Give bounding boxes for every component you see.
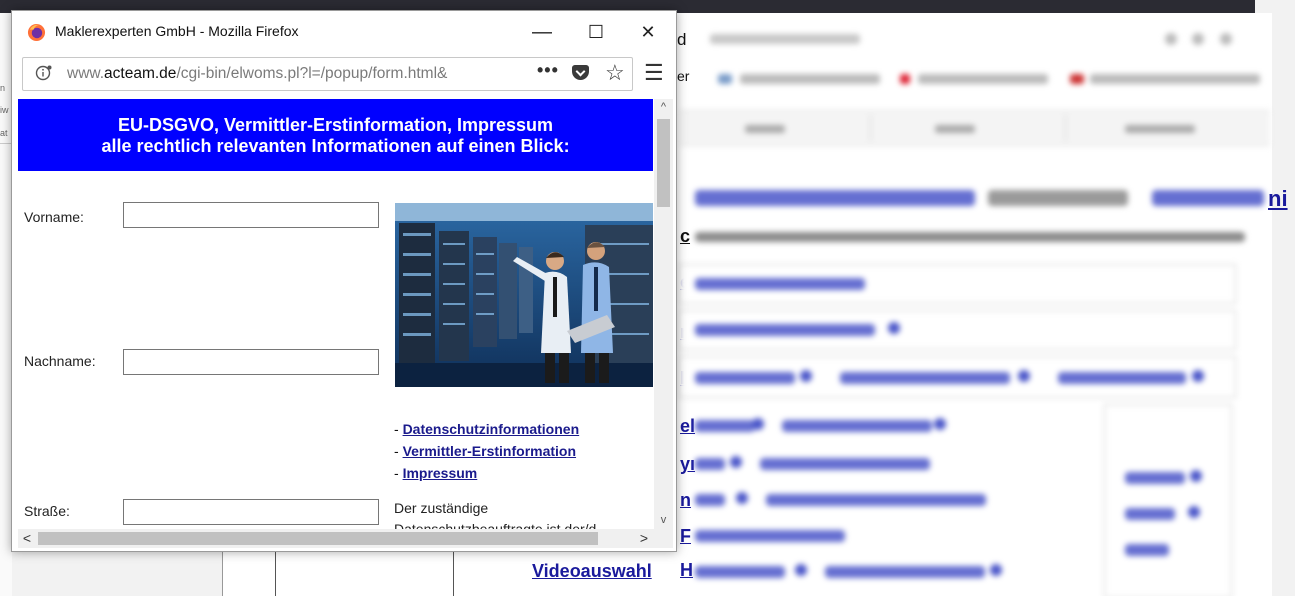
page-viewport: EU-DSGVO, Vermittler-Erstinformation, Im… [18,99,653,529]
server-room-photo [395,203,653,387]
background-link-videoauswahl[interactable]: Videoauswahl [532,561,652,582]
vertical-scroll-thumb[interactable] [657,119,670,207]
left-strip-text: n [0,83,6,93]
url-bar[interactable]: www.acteam.de/cgi-bin/elwoms.pl?l=/popup… [22,57,633,91]
link-prefix: - [394,421,403,437]
background-partial-text: d [677,30,687,49]
page-header-banner: EU-DSGVO, Vermittler-Erstinformation, Im… [18,99,653,171]
link-prefix: - [394,443,403,459]
url-prefix: www. [67,65,105,82]
link-line-datenschutz: - Datenschutzinformationen [394,421,579,437]
header-line-2: alle rechtlich relevanten Informationen … [101,136,570,156]
strasse-input[interactable] [123,499,379,525]
scroll-up-arrow-icon[interactable]: ^ [654,99,673,116]
left-strip-text: iw [0,105,9,115]
url-path: /cgi-bin/elwoms.pl?l=/popup/form.html& [176,65,448,82]
background-bookmarks-bar [680,66,1270,96]
close-button[interactable]: ✕ [634,19,662,45]
scroll-down-arrow-icon[interactable]: v [654,512,673,529]
strasse-label: Straße: [24,503,70,519]
background-partial-text: H [680,560,693,580]
scroll-right-arrow-icon[interactable]: > [635,529,653,548]
title-bar[interactable]: Maklerexperten GmbH - Mozilla Firefox — … [12,11,676,53]
link-line-impressum: - Impressum [394,465,477,481]
background-partial-text: el [680,416,696,436]
background-partial-text: c [680,226,691,246]
url-text[interactable]: www.acteam.de/cgi-bin/elwoms.pl?l=/popup… [67,65,537,83]
bookmark-star-icon[interactable]: ☆ [605,60,625,86]
background-partial-text: F [680,526,691,546]
vertical-scrollbar[interactable]: ^ v [654,99,673,529]
datenschutzbeauftragter-text-line-1: Der zuständige [394,500,489,516]
maximize-button[interactable]: ☐ [582,19,610,45]
link-prefix: - [394,465,403,481]
header-line-1: EU-DSGVO, Vermittler-Erstinformation, Im… [117,115,554,135]
background-url-bar [680,30,1240,58]
left-strip-text: at [0,128,8,138]
scroll-left-arrow-icon[interactable]: < [18,529,36,548]
firefox-popup-window: Maklerexperten GmbH - Mozilla Firefox — … [11,10,677,552]
info-icon[interactable] [35,64,53,82]
background-partial-text: yı [680,454,696,474]
horizontal-scroll-thumb[interactable] [38,532,598,545]
datenschutzinformationen-link[interactable]: Datenschutzinformationen [403,421,580,437]
page-actions-more-icon[interactable]: ••• [537,60,559,81]
impressum-link[interactable]: Impressum [403,465,478,481]
firefox-logo-icon [27,23,46,42]
background-partial-text: n [680,490,691,510]
background-partial-text: ni [1268,186,1288,211]
url-domain: acteam.de [104,65,177,82]
background-partial-text: er [677,68,690,84]
window-title: Maklerexperten GmbH - Mozilla Firefox [55,23,299,39]
background-tab-row [680,110,1270,146]
nachname-input[interactable] [123,349,379,375]
nachname-label: Nachname: [24,353,96,369]
url-fade [503,59,533,87]
vermittler-erstinformation-link[interactable]: Vermittler-Erstinformation [403,443,576,459]
horizontal-scrollbar[interactable]: < > [18,529,673,548]
vorname-input[interactable] [123,202,379,228]
vorname-label: Vorname: [24,209,84,225]
minimize-button[interactable]: — [528,19,556,45]
link-line-vermittler: - Vermittler-Erstinformation [394,443,576,459]
datenschutzbeauftragter-text-line-2: Datenschutzbeauftragte ist der/d [394,521,597,529]
hamburger-menu-icon[interactable]: ☰ [644,60,664,86]
pocket-icon[interactable] [572,65,589,80]
